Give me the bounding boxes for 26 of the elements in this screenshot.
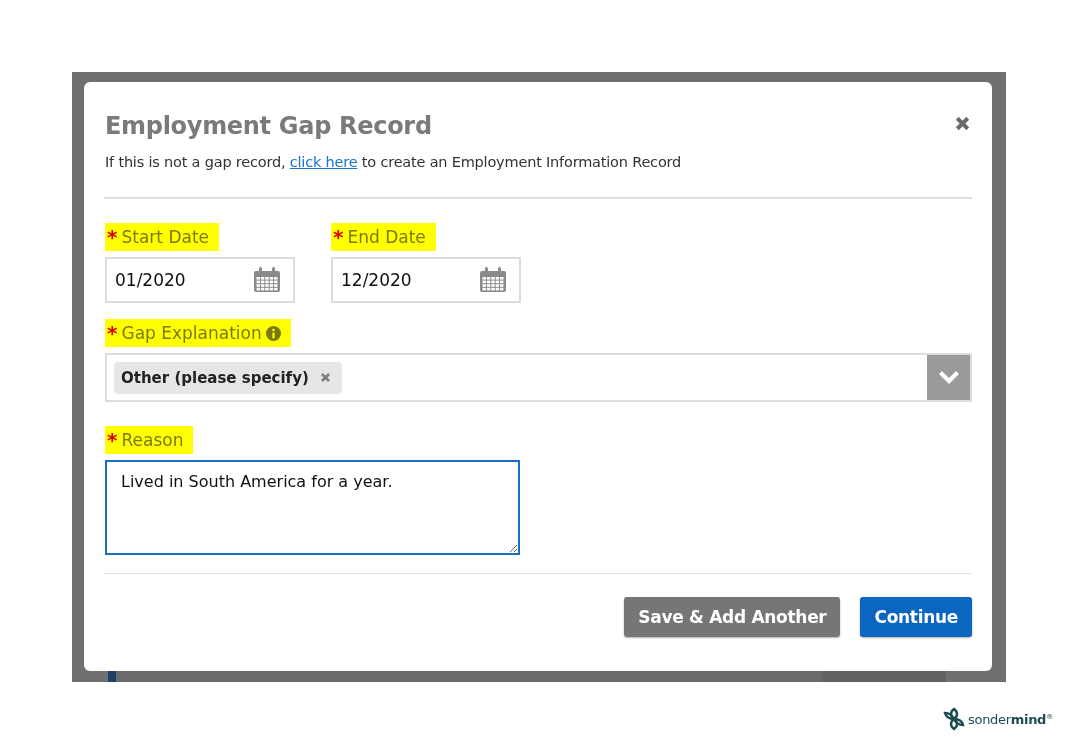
required-asterisk: * (107, 430, 118, 450)
required-asterisk: * (107, 227, 118, 247)
selected-tag[interactable]: Other (please specify) (114, 361, 342, 394)
remove-icon[interactable] (318, 371, 332, 384)
field-label: * Gap Explanation (105, 319, 291, 347)
multi-select-field[interactable]: Other (please specify) (105, 353, 972, 402)
date-field[interactable]: 01/2020 (105, 257, 295, 303)
brand-name: sondermind$^{®}$ (968, 711, 1053, 727)
calendar-icon[interactable] (479, 267, 507, 293)
required-asterisk: * (107, 323, 118, 343)
field-label: * End Date (331, 223, 436, 251)
reason-field[interactable]: Lived in South America for a year. (105, 460, 520, 555)
instruction-text: If this is not a gap record, click here to create an Employment Information Record (105, 154, 683, 170)
calendar-icon[interactable] (253, 267, 281, 293)
save-button[interactable]: Save & Add Another (624, 597, 841, 637)
click-here-link[interactable]: click here (289, 154, 358, 170)
required-asterisk: * (333, 227, 344, 247)
continue-button[interactable]: Continue (860, 597, 972, 637)
date-field[interactable]: 12/2020 (331, 257, 521, 303)
field-label: * Reason (105, 426, 194, 454)
info-icon[interactable] (265, 325, 281, 341)
flower-logo-icon (943, 707, 965, 731)
close-icon (953, 114, 972, 133)
dialog-title: Employment Gap Record (105, 112, 432, 140)
dropdown-button[interactable] (927, 355, 970, 400)
field-label: * Start Date (105, 223, 220, 251)
